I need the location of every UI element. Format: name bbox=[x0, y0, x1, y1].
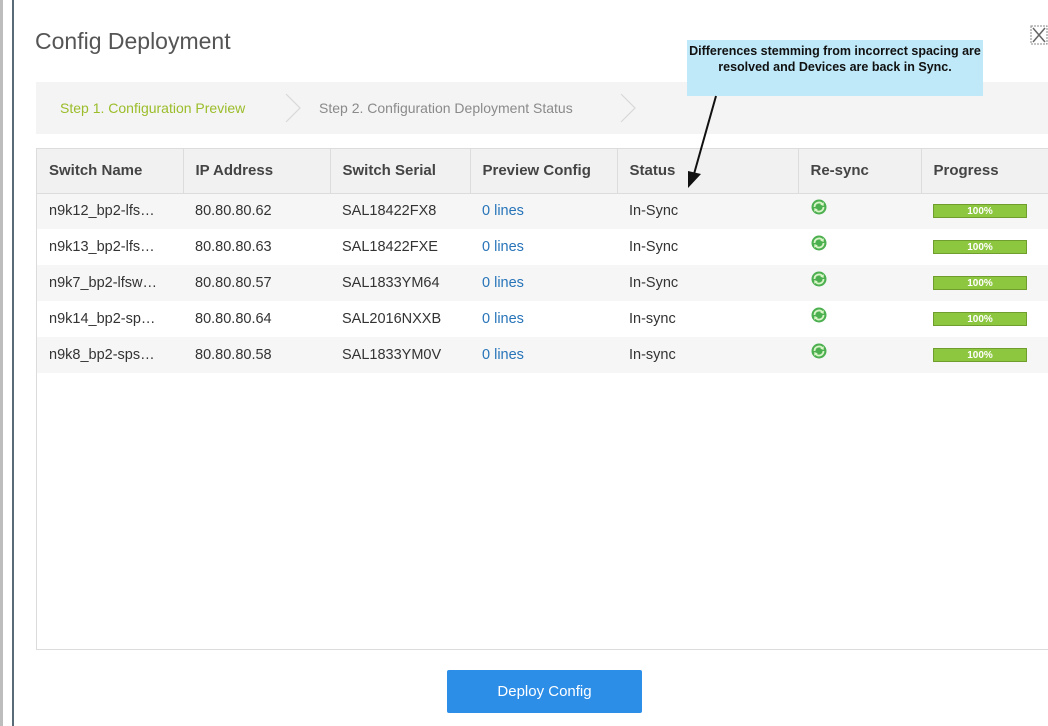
column-header-resync[interactable]: Re-sync bbox=[798, 149, 922, 194]
progress-cell: 100% bbox=[921, 337, 1048, 373]
resync-icon[interactable] bbox=[810, 234, 828, 252]
switch-name-cell: n9k13_bp2-lfs… bbox=[37, 229, 183, 265]
resync-cell bbox=[798, 265, 921, 301]
resync-icon[interactable] bbox=[810, 306, 828, 324]
progress-bar: 100% bbox=[933, 204, 1027, 219]
progress-cell: 100% bbox=[921, 229, 1048, 265]
window-left-accent bbox=[12, 0, 14, 726]
column-header-switch-name[interactable]: Switch Name bbox=[37, 149, 184, 194]
ip-address-cell: 80.80.80.64 bbox=[183, 301, 330, 337]
status-cell: In-Sync bbox=[617, 229, 798, 265]
chevron-right-icon bbox=[617, 92, 639, 124]
progress-cell: 100% bbox=[921, 265, 1048, 301]
table-header-row: Switch Name IP Address Switch Serial Pre… bbox=[37, 149, 1048, 194]
column-header-progress[interactable]: Progress bbox=[921, 149, 1048, 194]
switch-serial-cell: SAL1833YM64 bbox=[330, 265, 470, 301]
switch-serial-cell: SAL18422FXE bbox=[330, 229, 470, 265]
preview-config-cell: 0 lines bbox=[470, 301, 617, 337]
ip-address-cell: 80.80.80.57 bbox=[183, 265, 330, 301]
ip-address-cell: 80.80.80.62 bbox=[183, 193, 330, 229]
annotation-arrow bbox=[688, 95, 717, 188]
deploy-config-button[interactable]: Deploy Config bbox=[447, 670, 642, 713]
switch-serial-cell: SAL2016NXXB bbox=[330, 301, 470, 337]
table-row[interactable]: n9k8_bp2-sps… 80.80.80.58 SAL1833YM0V 0 … bbox=[37, 337, 1048, 373]
resync-cell bbox=[798, 301, 921, 337]
preview-config-cell: 0 lines bbox=[470, 265, 617, 301]
table-row[interactable]: n9k7_bp2-lfsw… 80.80.80.57 SAL1833YM64 0… bbox=[37, 265, 1048, 301]
switch-name-cell: n9k14_bp2-sp… bbox=[37, 301, 183, 337]
preview-config-cell: 0 lines bbox=[470, 193, 617, 229]
preview-config-link[interactable]: 0 lines bbox=[482, 311, 524, 327]
progress-bar: 100% bbox=[933, 348, 1027, 362]
preview-config-link[interactable]: 0 lines bbox=[482, 275, 524, 291]
switch-name-cell: n9k12_bp2-lfs… bbox=[37, 193, 183, 229]
resync-cell bbox=[798, 337, 921, 373]
preview-config-cell: 0 lines bbox=[470, 229, 617, 265]
preview-config-cell: 0 lines bbox=[470, 337, 617, 373]
resync-cell bbox=[798, 193, 921, 229]
dialog-title: Config Deployment bbox=[35, 28, 231, 54]
table-row[interactable]: n9k12_bp2-lfs… 80.80.80.62 SAL18422FX8 0… bbox=[37, 193, 1048, 229]
column-header-ip-address[interactable]: IP Address bbox=[183, 149, 331, 194]
close-icon[interactable] bbox=[1030, 24, 1048, 48]
ip-address-cell: 80.80.80.58 bbox=[183, 337, 330, 373]
table-row[interactable]: n9k13_bp2-lfs… 80.80.80.63 SAL18422FXE 0… bbox=[37, 229, 1048, 265]
preview-config-link[interactable]: 0 lines bbox=[482, 347, 524, 363]
progress-bar: 100% bbox=[933, 240, 1027, 254]
annotation-callout: Differences stemming from incorrect spac… bbox=[687, 40, 983, 96]
window-left-border bbox=[0, 0, 3, 726]
chevron-right-icon bbox=[282, 92, 304, 124]
resync-icon[interactable] bbox=[810, 270, 828, 288]
ip-address-cell: 80.80.80.63 bbox=[183, 229, 330, 265]
status-cell: In-Sync bbox=[617, 193, 798, 229]
resync-cell bbox=[798, 229, 921, 265]
step-configuration-preview[interactable]: Step 1. Configuration Preview bbox=[60, 82, 245, 134]
step-deployment-status[interactable]: Step 2. Configuration Deployment Status bbox=[319, 82, 573, 134]
resync-icon[interactable] bbox=[810, 342, 828, 360]
progress-cell: 100% bbox=[921, 193, 1048, 229]
column-header-switch-serial[interactable]: Switch Serial bbox=[330, 149, 471, 194]
progress-bar: 100% bbox=[933, 312, 1027, 326]
switch-serial-cell: SAL18422FX8 bbox=[330, 193, 470, 229]
table-row[interactable]: n9k14_bp2-sp… 80.80.80.64 SAL2016NXXB 0 … bbox=[37, 301, 1048, 337]
progress-cell: 100% bbox=[921, 301, 1048, 337]
status-cell: In-sync bbox=[617, 301, 798, 337]
switch-serial-cell: SAL1833YM0V bbox=[330, 337, 470, 373]
switch-name-cell: n9k8_bp2-sps… bbox=[37, 337, 183, 373]
status-cell: In-sync bbox=[617, 337, 798, 373]
status-cell: In-Sync bbox=[617, 265, 798, 301]
resync-icon[interactable] bbox=[810, 198, 828, 216]
column-header-preview-config[interactable]: Preview Config bbox=[470, 149, 618, 194]
deployment-table: Switch Name IP Address Switch Serial Pre… bbox=[36, 148, 1048, 650]
switch-name-cell: n9k7_bp2-lfsw… bbox=[37, 265, 183, 301]
preview-config-link[interactable]: 0 lines bbox=[482, 203, 524, 219]
preview-config-link[interactable]: 0 lines bbox=[482, 239, 524, 255]
progress-bar: 100% bbox=[933, 276, 1027, 290]
